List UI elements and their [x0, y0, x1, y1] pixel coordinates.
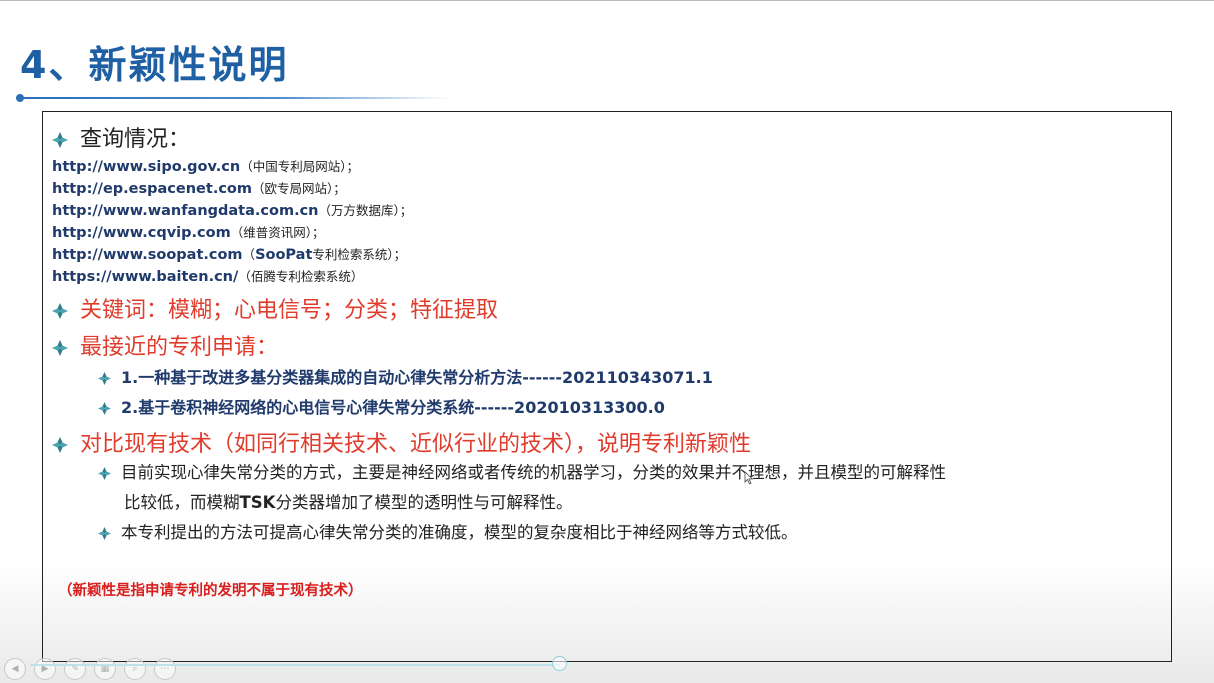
prev-icon[interactable]: ◀ [4, 658, 26, 680]
site-url: http://www.soopat.com [52, 247, 243, 263]
site-row-wanfang: http://www.wanfangdata.com.cn（万方数据库）； [52, 200, 412, 219]
compare-point-line1: 目前实现心律失常分类的方式，主要是神经网络或者传统的机器学习，分类的效果并不理想… [121, 463, 946, 482]
site-row-espacenet: http://ep.espacenet.com（欧专局网站）； [52, 178, 346, 197]
site-note-prefix: （ [242, 247, 256, 262]
site-note-bold: SooPat [255, 247, 313, 263]
keywords-row: 关键词：模糊；心电信号；分类；特征提取 [52, 292, 498, 324]
compare-point-line2-before: 比较低，而模糊 [124, 493, 240, 512]
patent-text: 1.一种基于改进多基分类器集成的自动心律失常分析方法------20211034… [121, 368, 713, 387]
diamond-bullet-icon [52, 340, 68, 356]
site-note: （万方数据库）； [318, 203, 413, 218]
title-underline [20, 97, 450, 99]
pen-icon[interactable]: ✎ [64, 658, 86, 680]
diamond-bullet-icon [98, 372, 111, 385]
site-url: http://www.cqvip.com [52, 225, 231, 241]
site-note: （维普资讯网）； [230, 225, 325, 240]
patent-text: 2.基于卷积神经网络的心电信号心律失常分类系统------20201031330… [121, 398, 665, 417]
compare-point-line2-after: 分类器增加了模型的透明性与可解释性。 [275, 493, 573, 512]
novelty-footnote: （新颖性是指申请专利的发明不属于现有技术） [58, 582, 363, 599]
compare-point-continuation: 比较低，而模糊TSK分类器增加了模型的透明性与可解释性。 [124, 489, 572, 513]
grid-icon[interactable]: ▦ [94, 658, 116, 680]
keywords-text: 关键词：模糊；心电信号；分类；特征提取 [80, 298, 499, 323]
compare-heading-row: 对比现有技术（如同行相关技术、近似行业的技术），说明专利新颖性 [52, 426, 751, 458]
site-note: （欧专局网站）； [252, 181, 346, 196]
search-heading-row: 查询情况： [52, 121, 190, 153]
site-url: http://www.sipo.gov.cn [52, 159, 241, 175]
slide-title: 4、新颖性说明 [20, 43, 289, 87]
site-url: http://ep.espacenet.com [52, 181, 252, 197]
next-icon[interactable]: ▶ [34, 658, 56, 680]
site-url: http://www.wanfangdata.com.cn [52, 203, 319, 219]
compare-point-line2-bold: TSK [239, 493, 276, 512]
site-row-soopat: http://www.soopat.com（SooPat专利检索系统）； [52, 244, 406, 263]
more-icon[interactable]: ⋯ [154, 658, 176, 680]
diamond-bullet-icon [52, 437, 68, 453]
closest-heading-row: 最接近的专利申请： [52, 329, 278, 361]
progress-handle[interactable] [552, 656, 567, 671]
compare-point: 本专利提出的方法可提高心律失常分类的准确度，模型的复杂度相比于神经网络等方式较低… [98, 519, 798, 543]
site-url: https://www.baiten.cn/ [52, 269, 239, 285]
compare-point: 目前实现心律失常分类的方式，主要是神经网络或者传统的机器学习，分类的效果并不理想… [98, 459, 946, 483]
closest-heading: 最接近的专利申请： [80, 335, 279, 360]
window-top-border [0, 0, 1214, 1]
site-note: （中国专利局网站）； [240, 159, 359, 174]
site-row-sipo: http://www.sipo.gov.cn（中国专利局网站）； [52, 156, 359, 175]
zoom-icon[interactable]: ⌕ [124, 658, 146, 680]
diamond-bullet-icon [52, 132, 68, 148]
site-row-baiten: https://www.baiten.cn/（佰腾专利检索系统） [52, 266, 363, 285]
search-heading: 查询情况： [80, 127, 191, 152]
diamond-bullet-icon [52, 303, 68, 319]
site-note: 专利检索系统）； [312, 247, 407, 262]
diamond-bullet-icon [98, 402, 111, 415]
compare-heading: 对比现有技术（如同行相关技术、近似行业的技术），说明专利新颖性 [80, 432, 752, 457]
diamond-bullet-icon [98, 467, 111, 480]
compare-point-line1: 本专利提出的方法可提高心律失常分类的准确度，模型的复杂度相比于神经网络等方式较低… [121, 523, 798, 542]
mouse-cursor-icon [744, 471, 754, 485]
patent-item: 1.一种基于改进多基分类器集成的自动心律失常分析方法------20211034… [98, 364, 713, 388]
patent-item: 2.基于卷积神经网络的心电信号心律失常分类系统------20201031330… [98, 394, 665, 418]
site-note: （佰腾专利检索系统） [238, 269, 364, 284]
progress-track[interactable] [30, 664, 560, 666]
site-row-cqvip: http://www.cqvip.com（维普资讯网）； [52, 222, 324, 241]
diamond-bullet-icon [98, 527, 111, 540]
